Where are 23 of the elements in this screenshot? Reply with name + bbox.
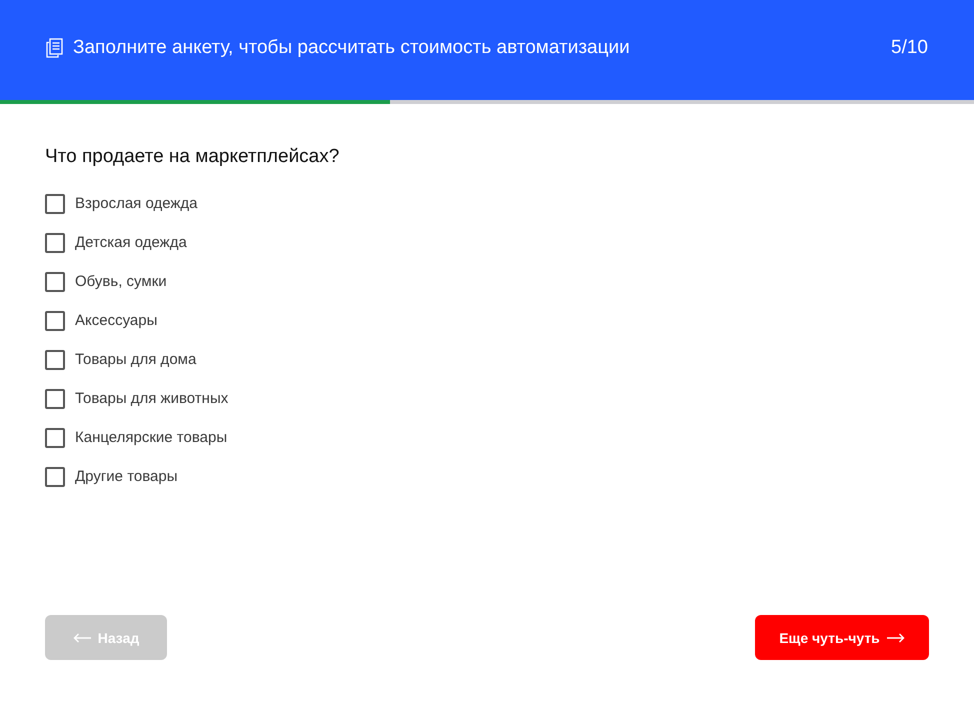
checkbox[interactable] <box>45 194 65 214</box>
option-label[interactable]: Детская одежда <box>75 233 187 253</box>
option-label[interactable]: Товары для дома <box>75 350 196 370</box>
option-label[interactable]: Взрослая одежда <box>75 194 198 214</box>
option-label[interactable]: Другие товары <box>75 467 178 487</box>
next-button[interactable]: Еще чуть-чуть <box>755 615 929 660</box>
checkbox[interactable] <box>45 428 65 448</box>
checkbox[interactable] <box>45 389 65 409</box>
option-label[interactable]: Товары для животных <box>75 389 228 409</box>
option-label[interactable]: Аксессуары <box>75 311 158 331</box>
option-label[interactable]: Обувь, сумки <box>75 272 167 292</box>
option-label[interactable]: Канцелярские товары <box>75 428 228 448</box>
step-counter: 5/10 <box>891 36 928 60</box>
checkbox[interactable] <box>45 350 65 370</box>
question-text: Что продаете на маркетплейсах? <box>45 145 340 169</box>
arrow-left-icon <box>72 632 92 642</box>
form-title: Заполните анкету, чтобы рассчитать стоимость автоматизации <box>73 36 630 60</box>
checkbox[interactable] <box>45 311 65 331</box>
checkbox[interactable] <box>45 272 65 292</box>
documents-icon <box>46 38 63 58</box>
checkbox[interactable] <box>45 467 65 487</box>
checkbox[interactable] <box>45 233 65 253</box>
arrow-right-icon <box>886 632 905 642</box>
